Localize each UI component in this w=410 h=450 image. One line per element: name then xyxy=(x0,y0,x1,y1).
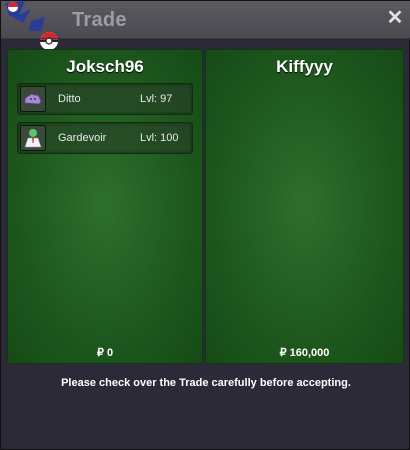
ditto-icon xyxy=(20,86,46,112)
left-trade-pane: Joksch96 Ditto Lvl: 97 Gardevoir Lvl: 10… xyxy=(7,49,203,364)
item-level: Lvl: 97 xyxy=(140,93,173,105)
item-name: Gardevoir xyxy=(58,132,107,144)
right-money-amount: ₽ 160,000 xyxy=(279,347,330,359)
gardevoir-icon xyxy=(20,125,46,151)
left-money-amount: ₽ 0 xyxy=(96,347,114,359)
title-bar: Trade ✕ xyxy=(1,1,410,49)
right-trade-pane: Kiffyyy ₽ 160,000 xyxy=(205,49,404,364)
close-icon[interactable]: ✕ xyxy=(385,8,405,28)
left-player-name: Joksch96 xyxy=(66,57,144,76)
trade-notice: Please check over the Trade carefully be… xyxy=(61,377,351,389)
window-title: Trade xyxy=(72,9,127,31)
item-name: Ditto xyxy=(58,93,81,105)
divider xyxy=(1,38,409,39)
pokeball-logo-icon xyxy=(5,1,58,49)
item-level: Lvl: 100 xyxy=(140,132,179,144)
trade-window: Trade ✕ Joksch96 Ditto Lvl: 97 Gardevoir… xyxy=(0,0,410,450)
trade-item-ditto[interactable]: Ditto Lvl: 97 xyxy=(17,83,193,115)
trade-item-gardevoir[interactable]: Gardevoir Lvl: 100 xyxy=(17,122,193,154)
right-player-name: Kiffyyy xyxy=(276,57,333,76)
